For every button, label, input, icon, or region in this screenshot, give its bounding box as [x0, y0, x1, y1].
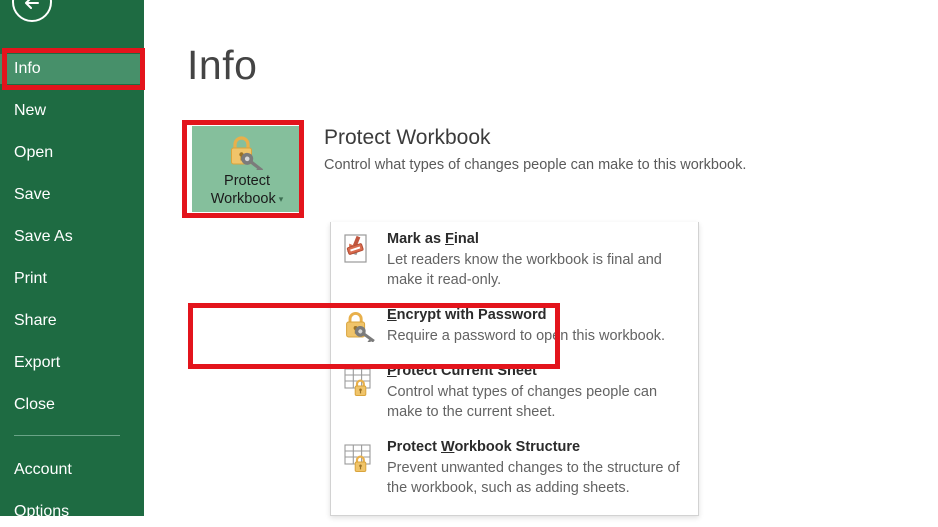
title-accelerator: F — [445, 231, 454, 247]
sidebar-divider — [14, 435, 120, 436]
sheet-lock-icon — [344, 368, 371, 396]
menu-item-title: Mark as Final — [387, 230, 686, 249]
menu-item-description: Require a password to open this workbook… — [387, 328, 666, 344]
protect-workbook-description: Control what types of changes people can… — [324, 157, 747, 173]
sidebar-item-new[interactable]: New — [0, 96, 144, 126]
sidebar-item-print[interactable]: Print — [0, 264, 144, 294]
sidebar-item-info[interactable]: Info — [0, 54, 144, 84]
sidebar-item-close[interactable]: Close — [0, 390, 144, 420]
sidebar-item-label: Open — [14, 144, 54, 161]
title-pre: Protect — [387, 439, 441, 455]
menu-item-description: Control what types of changes people can… — [387, 384, 658, 420]
protect-workbook-button[interactable]: Protect Workbook ▾ — [192, 126, 302, 212]
lock-and-key-icon — [231, 136, 264, 170]
page-title: Info — [187, 42, 258, 88]
back-arrow-icon[interactable] — [12, 0, 52, 22]
sidebar-item-account[interactable]: Account — [0, 455, 144, 485]
chevron-down-icon[interactable]: ▾ — [279, 190, 284, 208]
sidebar-item-label: Options — [14, 503, 70, 520]
menu-item-description: Let readers know the workbook is final a… — [387, 252, 662, 288]
menu-item-title: Protect Current Sheet — [387, 362, 686, 381]
title-accelerator: P — [387, 363, 397, 379]
title-accelerator: W — [441, 439, 455, 455]
sidebar-item-share[interactable]: Share — [0, 306, 144, 336]
menu-item-mark-as-final[interactable]: Mark as Final Let readers know the workb… — [331, 222, 698, 298]
protect-button-line-1: Protect — [224, 173, 270, 189]
sidebar-item-label: Info — [14, 60, 41, 77]
sidebar-item-save-as[interactable]: Save As — [0, 222, 144, 252]
sidebar-item-label: Export — [14, 354, 61, 371]
protect-workbook-dropdown-menu[interactable]: Mark as Final Let readers know the workb… — [330, 222, 699, 516]
title-post: inal — [453, 231, 479, 247]
protect-workbook-heading: Protect Workbook — [324, 126, 491, 149]
title-accelerator: E — [387, 307, 397, 323]
sidebar-item-options[interactable]: Options — [0, 497, 144, 527]
lock-and-key-icon — [346, 312, 375, 342]
sidebar-item-label: Account — [14, 461, 72, 478]
sidebar-item-label: Close — [14, 396, 55, 413]
sidebar-item-label: Share — [14, 312, 57, 329]
sidebar-item-export[interactable]: Export — [0, 348, 144, 378]
menu-item-description: Prevent unwanted changes to the structur… — [387, 460, 680, 496]
sidebar-item-open[interactable]: Open — [0, 138, 144, 168]
sidebar-item-label: New — [14, 102, 47, 119]
backstage-sidebar: Info New Open Save Save As Print Share E… — [0, 0, 144, 520]
menu-item-protect-workbook-structure[interactable]: Protect Workbook Structure Prevent unwan… — [331, 430, 698, 506]
title-post: rotect Current Sheet — [396, 363, 537, 379]
menu-item-title: Encrypt with Password — [387, 306, 686, 325]
back-arrow-glyph — [25, 0, 39, 9]
title-pre: Mark as — [387, 231, 446, 247]
sidebar-item-save[interactable]: Save — [0, 180, 144, 210]
info-pane: Info that it contains: th of this file. … — [144, 0, 938, 516]
sidebar-item-label: Save As — [14, 228, 73, 245]
workbook-structure-lock-icon — [344, 444, 371, 472]
menu-item-protect-current-sheet[interactable]: Protect Current Sheet Control what types… — [331, 354, 698, 430]
title-post: ncrypt with Password — [396, 307, 547, 323]
title-post: orkbook Structure — [454, 439, 581, 455]
menu-item-title: Protect Workbook Structure — [387, 438, 686, 457]
protect-workbook-button-label: Protect Workbook ▾ — [192, 172, 302, 208]
sidebar-item-label: Print — [14, 270, 47, 287]
sidebar-item-label: Save — [14, 186, 51, 203]
menu-item-encrypt-with-password[interactable]: Encrypt with Password Require a password… — [331, 298, 698, 354]
protect-button-line-2: Workbook — [210, 191, 276, 207]
mark-as-final-icon — [344, 234, 367, 263]
